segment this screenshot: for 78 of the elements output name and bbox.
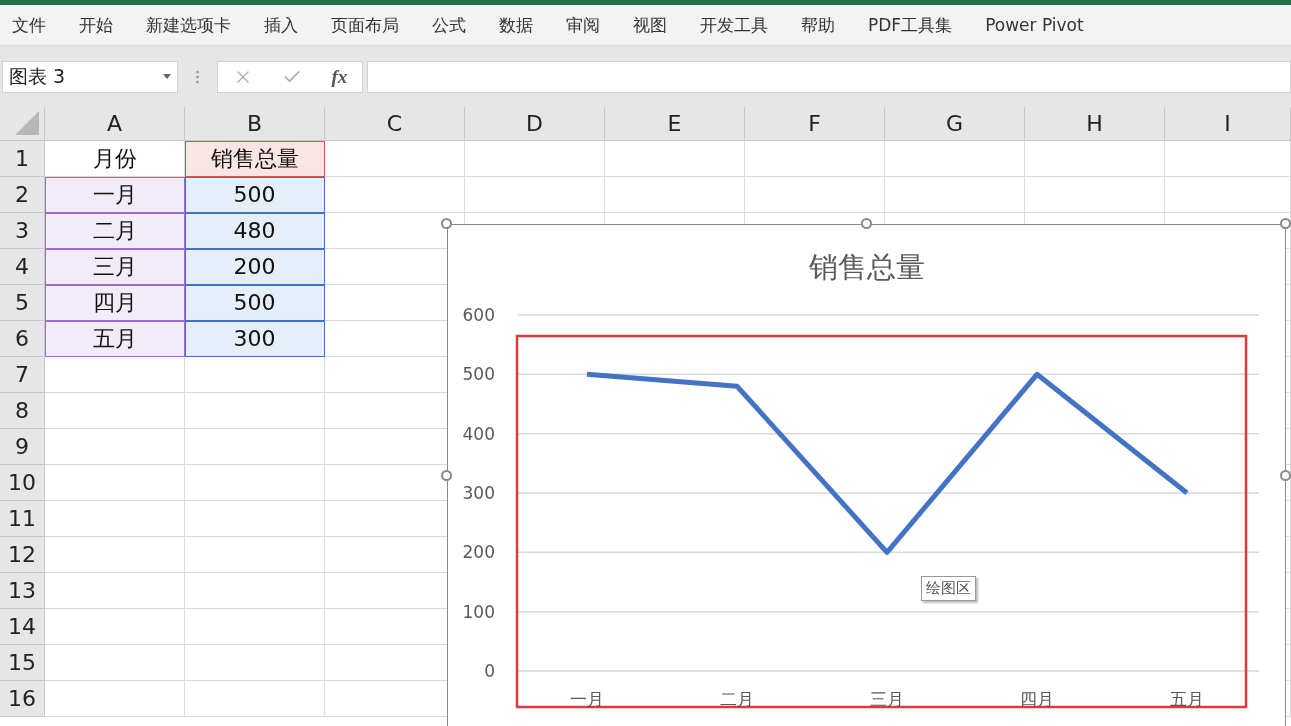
column-header[interactable]: H — [1025, 107, 1165, 141]
row-header[interactable]: 7 — [0, 357, 45, 393]
column-header[interactable]: I — [1165, 107, 1291, 141]
resize-handle[interactable] — [441, 218, 452, 229]
ribbon-tab[interactable]: 开始 — [79, 13, 113, 37]
x-axis-label: 二月 — [720, 689, 754, 709]
x-axis-label: 四月 — [1020, 689, 1054, 709]
y-axis-label: 600 — [462, 305, 495, 325]
ribbon-tab[interactable]: 审阅 — [566, 13, 600, 37]
table-cell: 一月 — [45, 177, 185, 213]
row-header[interactable]: 1 — [0, 141, 45, 177]
line-chart[interactable]: 销售总量 0 100 200 300 400 500 600 一月 二月 三月 四月 五月 绘图区 — [447, 224, 1286, 726]
table-cell: 300 — [185, 321, 325, 357]
ribbon-tab[interactable]: PDF工具集 — [868, 13, 953, 37]
column-header[interactable]: E — [605, 107, 745, 141]
table-cell: 480 — [185, 213, 325, 249]
ribbon-tab[interactable]: 数据 — [499, 13, 533, 37]
resize-handle[interactable] — [441, 470, 452, 481]
y-axis-label: 400 — [462, 423, 495, 444]
name-box-value: 图表 3 — [9, 63, 66, 89]
chart-title: 销售总量 — [809, 250, 925, 284]
column-header[interactable]: A — [45, 107, 185, 141]
y-axis-label: 200 — [462, 542, 495, 563]
table-cell: 销售总量 — [185, 141, 325, 177]
insert-function-button[interactable]: fx — [331, 65, 348, 88]
ribbon-tab[interactable]: 页面布局 — [331, 13, 399, 37]
column-header[interactable]: D — [465, 107, 605, 141]
column-header[interactable]: C — [325, 107, 465, 141]
resize-handle[interactable] — [1280, 218, 1291, 229]
table-cell: 三月 — [45, 249, 185, 285]
row-header[interactable]: 14 — [0, 609, 45, 645]
grip-dots-icon — [196, 69, 199, 84]
table-cell: 四月 — [45, 285, 185, 321]
ribbon-tab[interactable]: 帮助 — [801, 13, 835, 37]
y-axis-label: 300 — [462, 483, 495, 503]
row-header[interactable]: 12 — [0, 537, 45, 573]
resize-handle[interactable] — [861, 218, 872, 229]
dropdown-caret-icon[interactable] — [163, 74, 171, 79]
y-axis-label: 100 — [462, 601, 495, 622]
x-axis-label: 五月 — [1170, 689, 1204, 709]
table-cell: 500 — [185, 177, 325, 213]
table-cell: 五月 — [45, 321, 185, 357]
formula-input[interactable] — [367, 60, 1291, 93]
table-cell: 月份 — [45, 141, 185, 177]
ribbon-tab[interactable]: 文件 — [12, 13, 46, 37]
x-axis-label: 一月 — [570, 689, 604, 709]
row-header[interactable]: 8 — [0, 393, 45, 429]
row-header[interactable]: 15 — [0, 645, 45, 681]
row-header[interactable]: 16 — [0, 681, 45, 717]
column-header[interactable]: G — [885, 107, 1025, 141]
row-header[interactable]: 6 — [0, 321, 45, 357]
ribbon-tab[interactable]: 开发工具 — [700, 13, 768, 37]
ribbon-tab[interactable]: 公式 — [432, 13, 466, 37]
plot-area-outline[interactable] — [515, 334, 1248, 709]
ribbon-tab[interactable]: 新建选项卡 — [146, 13, 231, 37]
line-series[interactable] — [586, 371, 1189, 555]
row-header[interactable]: 9 — [0, 429, 45, 465]
column-header[interactable]: B — [185, 107, 325, 141]
row-header[interactable]: 11 — [0, 501, 45, 537]
row-header[interactable]: 4 — [0, 249, 45, 285]
row-header[interactable]: 2 — [0, 177, 45, 213]
table-cell: 500 — [185, 285, 325, 321]
ribbon-tab[interactable]: Power Pivot — [985, 15, 1084, 35]
name-box[interactable]: 图表 3 — [2, 60, 178, 93]
plot-area-tooltip: 绘图区 — [921, 576, 976, 601]
row-header[interactable]: 3 — [0, 213, 45, 249]
row-header[interactable]: 5 — [0, 285, 45, 321]
column-header[interactable]: F — [745, 107, 885, 141]
row-header[interactable]: 13 — [0, 573, 45, 609]
ribbon-tab[interactable]: 视图 — [633, 13, 667, 37]
resize-handle[interactable] — [1280, 470, 1291, 481]
table-cell: 200 — [185, 249, 325, 285]
y-axis-label: 0 — [484, 661, 495, 681]
row-header[interactable]: 10 — [0, 465, 45, 501]
x-axis-label: 三月 — [870, 689, 904, 709]
ribbon-tab[interactable]: 插入 — [264, 13, 298, 37]
y-axis-label: 500 — [462, 364, 495, 385]
table-cell: 二月 — [45, 213, 185, 249]
